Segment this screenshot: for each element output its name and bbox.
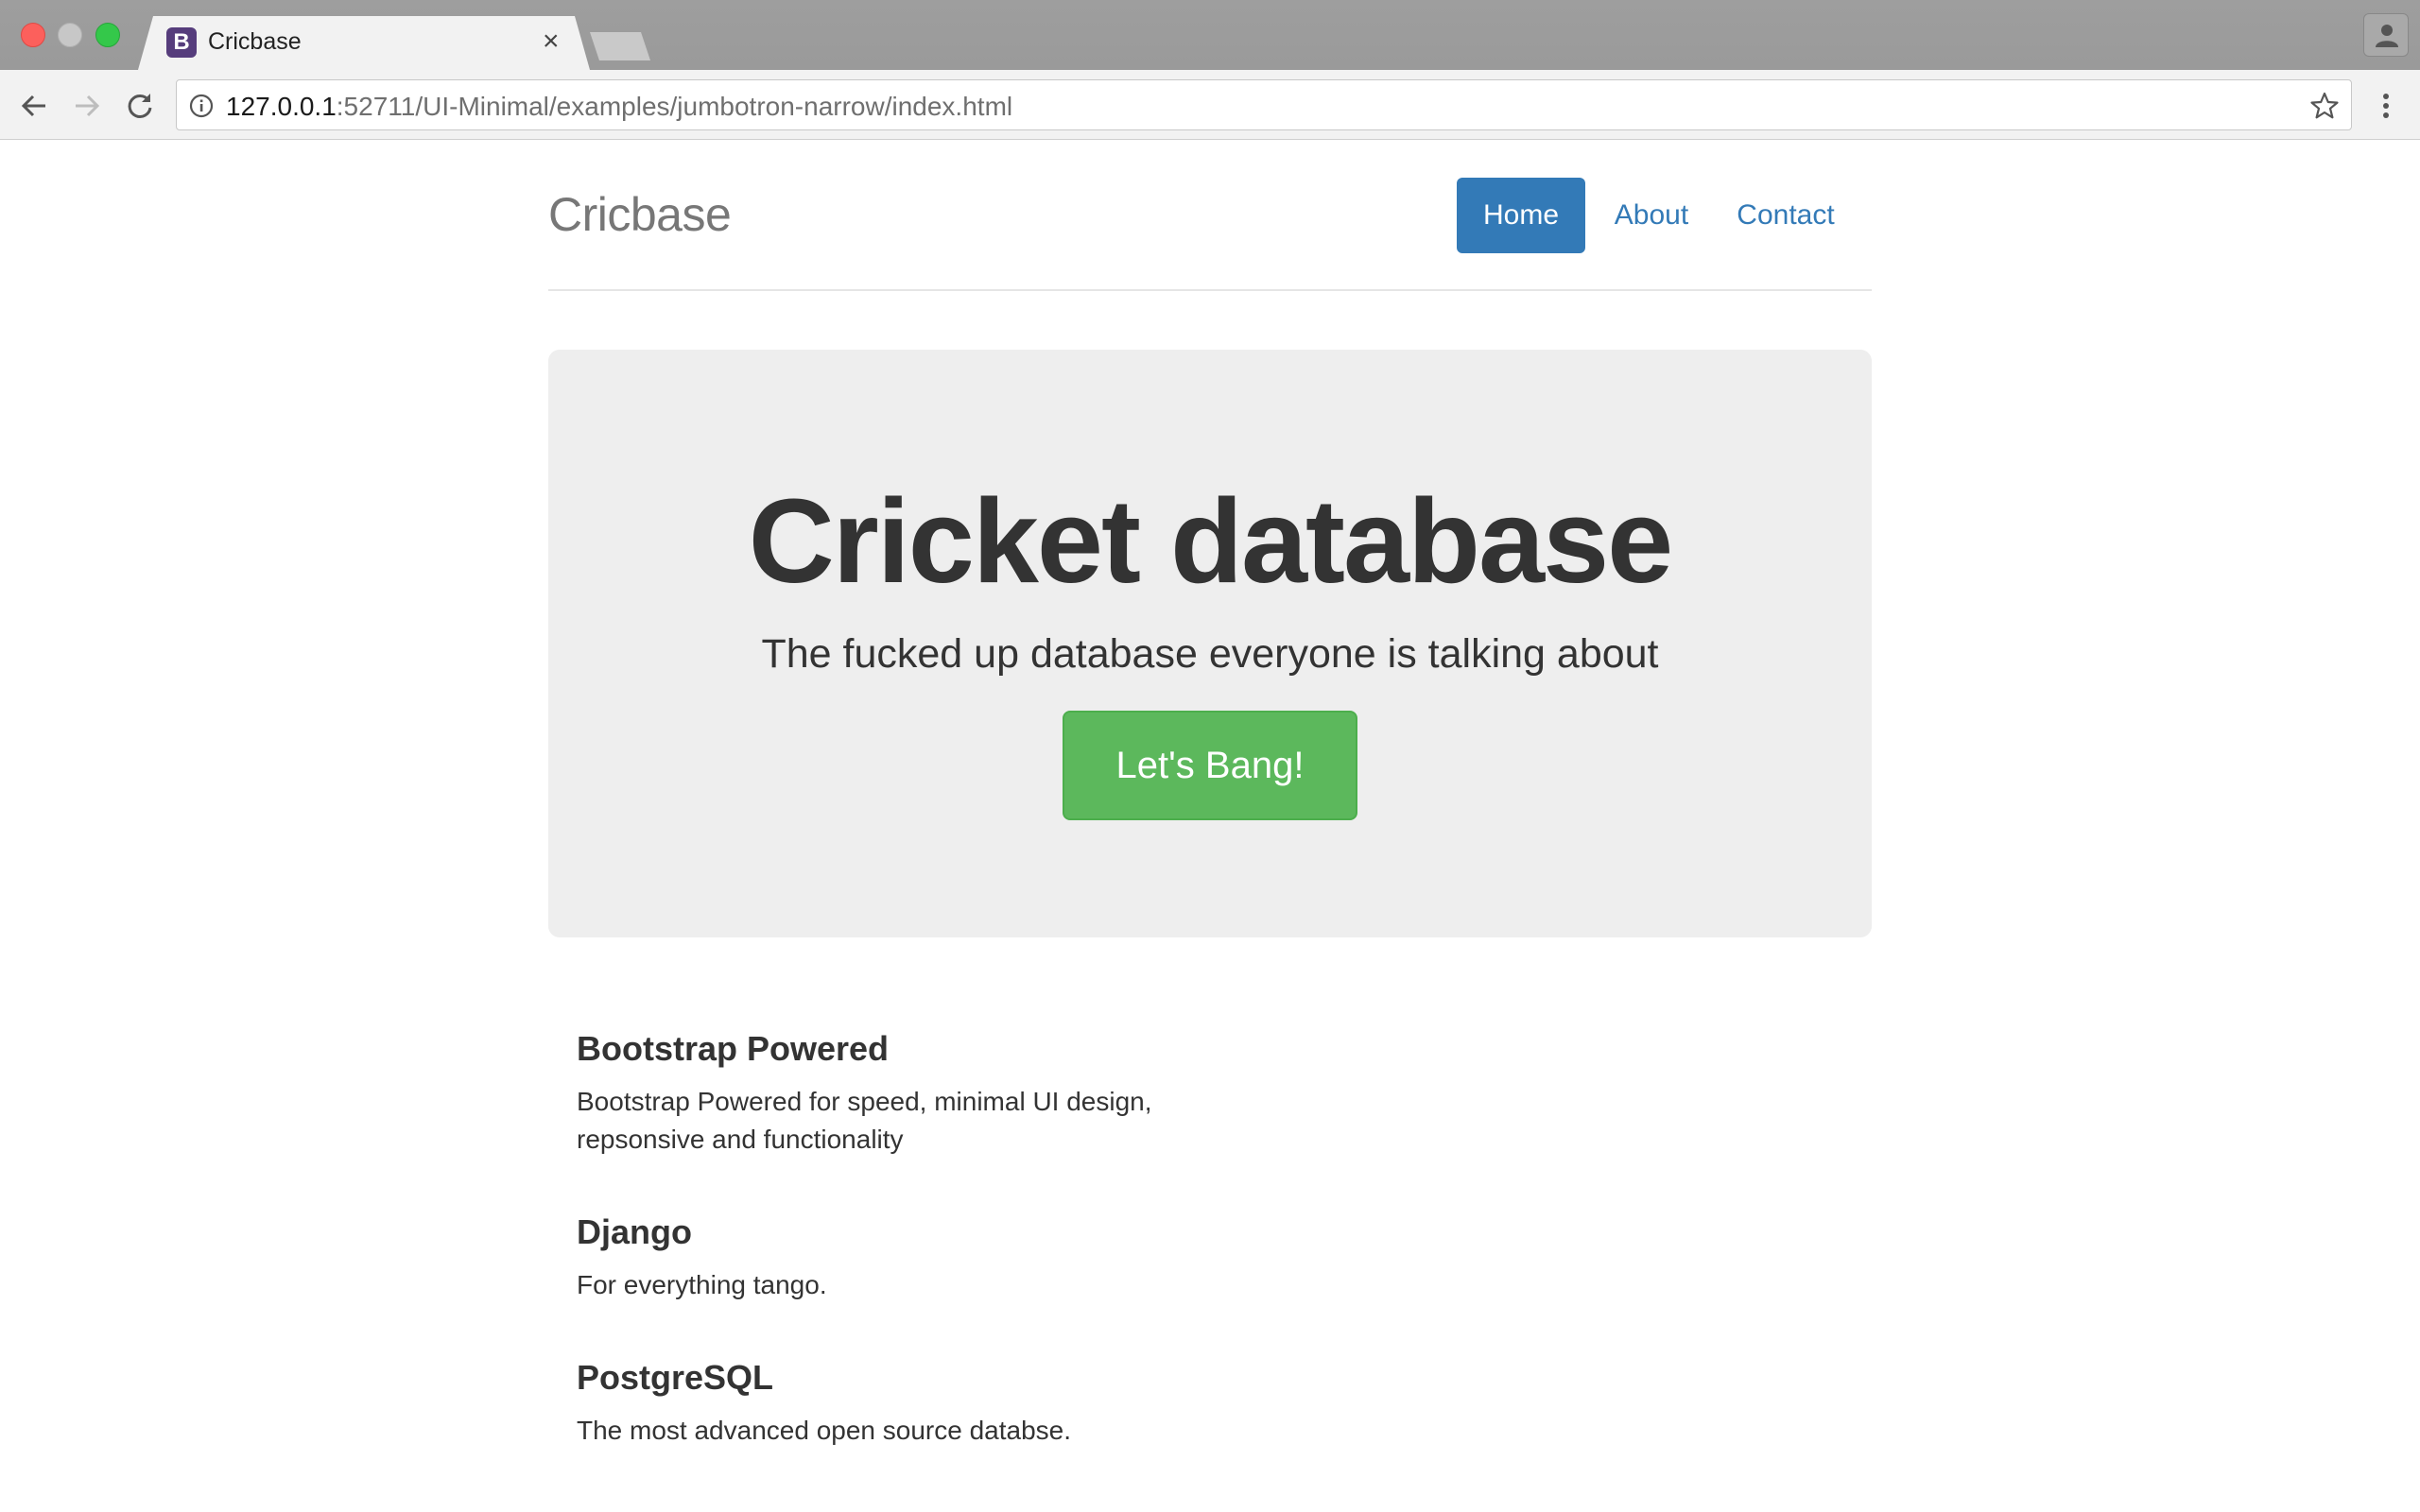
- browser-chrome: B Cricbase × 127.0.0.1:52711/UI-Minimal/…: [0, 0, 2420, 140]
- url-path: :52711/UI-Minimal/examples/jumbotron-nar…: [336, 92, 1013, 121]
- nav-home[interactable]: Home: [1457, 178, 1585, 253]
- browser-tab[interactable]: B Cricbase ×: [138, 16, 590, 70]
- person-icon: [2376, 25, 2398, 47]
- bootstrap-favicon-icon: B: [166, 27, 197, 58]
- jumbotron-title: Cricket database: [748, 474, 1674, 608]
- browser-toolbar: 127.0.0.1:52711/UI-Minimal/examples/jumb…: [0, 70, 2420, 140]
- url-host: 127.0.0.1: [226, 92, 337, 121]
- feature-heading: Django: [577, 1212, 692, 1251]
- more-vertical-icon: [2383, 94, 2389, 118]
- arrow-right-icon: [76, 94, 100, 117]
- tab-title: Cricbase: [208, 28, 302, 55]
- forward-button[interactable]: [68, 87, 106, 125]
- nav-about[interactable]: About: [1585, 178, 1718, 253]
- arrow-left-icon: [21, 94, 45, 117]
- tab-strip: B Cricbase ×: [0, 0, 2420, 70]
- site-brand: Cricbase: [548, 188, 732, 241]
- close-window-button[interactable]: [21, 23, 45, 47]
- reload-button[interactable]: [121, 87, 159, 125]
- jumbotron: Cricket database The fucked up database …: [548, 350, 1872, 937]
- maximize-window-button[interactable]: [95, 23, 120, 47]
- feature-heading: Bootstrap Powered: [577, 1029, 890, 1068]
- feature-text: Bootstrap Powered for speed, minimal UI …: [577, 1087, 1152, 1154]
- feature-bootstrap: Bootstrap Powered Bootstrap Powered for …: [577, 1028, 1238, 1159]
- new-tab-button[interactable]: [590, 32, 650, 60]
- bookmark-star-icon[interactable]: [2309, 91, 2340, 121]
- jumbotron-lead: The fucked up database everyone is talki…: [761, 631, 1659, 677]
- reload-icon: [128, 94, 152, 118]
- feature-django: Django For everything tango.: [577, 1211, 1238, 1304]
- minimize-window-button[interactable]: [58, 23, 82, 47]
- profile-button[interactable]: [2363, 13, 2409, 57]
- feature-postgresql: PostgreSQL The most advanced open source…: [577, 1357, 1238, 1450]
- feature-heading: PostgreSQL: [577, 1358, 774, 1397]
- url-text: 127.0.0.1:52711/UI-Minimal/examples/jumb…: [226, 92, 1012, 122]
- info-icon[interactable]: [188, 93, 215, 119]
- back-button[interactable]: [15, 87, 53, 125]
- feature-text: The most advanced open source databse.: [577, 1416, 1072, 1445]
- page-content: Cricbase Home About Contact Cricket data…: [0, 140, 2420, 1512]
- site-header: Cricbase Home About Contact: [548, 140, 1872, 291]
- address-bar[interactable]: 127.0.0.1:52711/UI-Minimal/examples/jumb…: [176, 79, 2352, 130]
- nav-contact[interactable]: Contact: [1718, 178, 1854, 253]
- feature-text: For everything tango.: [577, 1270, 827, 1299]
- browser-menu-button[interactable]: [2375, 87, 2397, 125]
- tab-close-icon[interactable]: ×: [543, 26, 560, 58]
- lets-bang-button[interactable]: Let's Bang!: [1063, 711, 1357, 820]
